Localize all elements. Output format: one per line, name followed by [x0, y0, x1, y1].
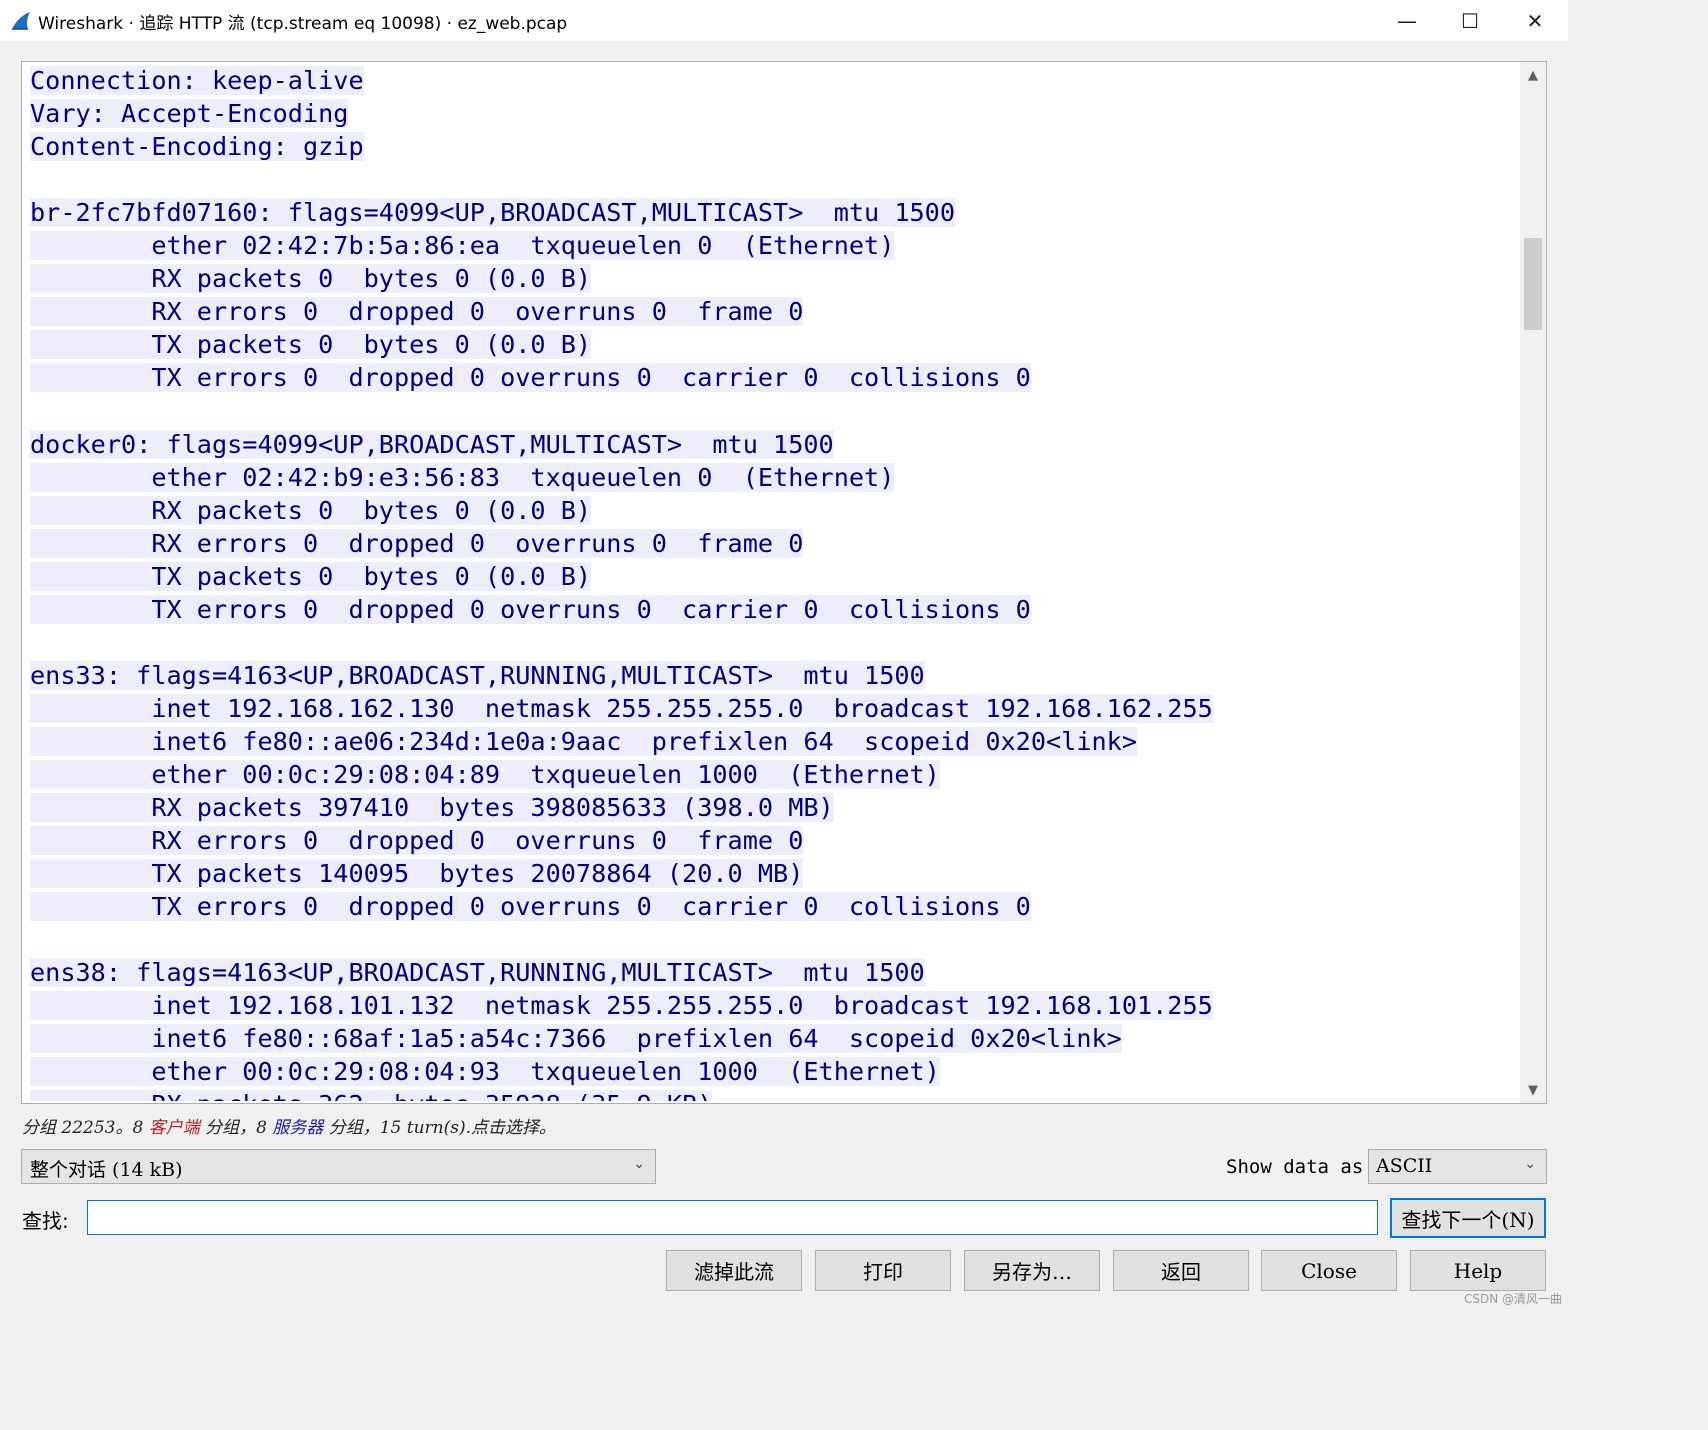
stream-line[interactable]: Vary: Accept-Encoding	[30, 97, 1520, 130]
stream-line[interactable]: RX errors 0 dropped 0 overruns 0 frame 0	[30, 295, 1520, 328]
show-data-selected-value: ASCII	[1376, 1155, 1433, 1177]
status-prefix: 分组 22253。8	[22, 1118, 149, 1138]
close-window-button[interactable]: ✕	[1504, 0, 1566, 42]
maximize-button[interactable]: ☐	[1439, 0, 1501, 42]
print-button[interactable]: 打印	[815, 1250, 951, 1291]
stream-line-text: br-2fc7bfd07160: flags=4099<UP,BROADCAST…	[30, 198, 956, 228]
back-button[interactable]: 返回	[1113, 1250, 1249, 1291]
wireshark-fin-icon	[12, 12, 30, 30]
stream-line-text: Content-Encoding: gzip	[30, 132, 364, 162]
stream-line-text: inet 192.168.101.132 netmask 255.255.255…	[30, 991, 1213, 1021]
find-next-button[interactable]: 查找下一个(N)	[1390, 1198, 1546, 1238]
stream-line-text: RX packets 0 bytes 0 (0.0 B)	[30, 495, 592, 525]
status-server-link[interactable]: 服务器	[272, 1118, 323, 1138]
stream-line-text: TX errors 0 dropped 0 overruns 0 carrier…	[30, 363, 1031, 393]
stream-line-text: RX packets 397410 bytes 398085633 (398.0…	[30, 793, 834, 823]
vertical-scrollbar[interactable]: ▲ ▼	[1520, 62, 1546, 1103]
stream-line[interactable]: inet6 fe80::68af:1a5:a54c:7366 prefixlen…	[30, 1022, 1520, 1055]
stream-line-text: ens38: flags=4163<UP,BROADCAST,RUNNING,M…	[30, 958, 925, 988]
stream-line-text: Connection: keep-alive	[30, 66, 364, 95]
title-separator	[0, 42, 1568, 43]
stream-line[interactable]	[30, 626, 1520, 659]
stream-line[interactable]: TX errors 0 dropped 0 overruns 0 carrier…	[30, 593, 1520, 626]
stream-line-text: Vary: Accept-Encoding	[30, 99, 349, 129]
stream-line[interactable]: ens38: flags=4163<UP,BROADCAST,RUNNING,M…	[30, 956, 1520, 989]
stream-status-text: 分组 22253。8 客户端 分组，8 服务器 分组，15 turn(s).点击…	[22, 1113, 556, 1138]
stream-line-text: ens33: flags=4163<UP,BROADCAST,RUNNING,M…	[30, 660, 925, 690]
stream-line-text: RX errors 0 dropped 0 overruns 0 frame 0	[30, 297, 804, 327]
show-data-format-select[interactable]: ASCII ⌄	[1368, 1149, 1547, 1184]
stream-line[interactable]: inet 192.168.162.130 netmask 255.255.255…	[30, 692, 1520, 725]
stream-line-text: TX errors 0 dropped 0 overruns 0 carrier…	[30, 594, 1031, 624]
stream-line-text: docker0: flags=4099<UP,BROADCAST,MULTICA…	[30, 429, 834, 459]
close-button[interactable]: Close	[1261, 1250, 1397, 1291]
scroll-down-arrow-icon[interactable]: ▼	[1520, 1077, 1546, 1103]
scroll-thumb[interactable]	[1524, 238, 1542, 330]
stream-line[interactable]: RX errors 0 dropped 0 overruns 0 frame 0	[30, 824, 1520, 857]
stream-line-text: TX packets 0 bytes 0 (0.0 B)	[30, 330, 592, 360]
find-input[interactable]	[87, 1200, 1378, 1235]
find-label: 查找:	[22, 1209, 69, 1233]
title-bar: Wireshark · 追踪 HTTP 流 (tcp.stream eq 100…	[0, 0, 1568, 42]
chevron-down-icon: ⌄	[1524, 1156, 1536, 1172]
scroll-up-arrow-icon[interactable]: ▲	[1520, 62, 1546, 88]
stream-line-text: RX errors 0 dropped 0 overruns 0 frame 0	[30, 528, 804, 558]
stream-line[interactable]: br-2fc7bfd07160: flags=4099<UP,BROADCAST…	[30, 196, 1520, 229]
stream-line[interactable]: inet6 fe80::ae06:234d:1e0a:9aac prefixle…	[30, 725, 1520, 758]
help-button[interactable]: Help	[1410, 1250, 1546, 1291]
stream-line[interactable]: Connection: keep-alive	[30, 64, 1520, 97]
stream-line-text: inet6 fe80::68af:1a5:a54c:7366 prefixlen…	[30, 1024, 1122, 1054]
status-mid: 分组，8	[199, 1118, 273, 1138]
stream-line-text: ether 02:42:7b:5a:86:ea txqueuelen 0 (Et…	[30, 231, 895, 261]
show-data-label: Show data as	[1226, 1156, 1364, 1178]
stream-line[interactable]: RX packets 362 bytes 35928 (35.9 KB)	[30, 1088, 1520, 1101]
stream-line[interactable]	[30, 923, 1520, 956]
stream-line[interactable]: ether 02:42:7b:5a:86:ea txqueuelen 0 (Et…	[30, 229, 1520, 262]
stream-content-pane[interactable]: Connection: keep-alive Vary: Accept-Encod…	[21, 61, 1547, 1104]
stream-line-text: ether 00:0c:29:08:04:89 txqueuelen 1000 …	[30, 759, 940, 789]
stream-line[interactable]	[30, 394, 1520, 427]
stream-line[interactable]: ether 02:42:b9:e3:56:83 txqueuelen 0 (Et…	[30, 461, 1520, 494]
stream-text[interactable]: Connection: keep-alive Vary: Accept-Encod…	[30, 64, 1520, 1101]
stream-line[interactable]	[30, 163, 1520, 196]
stream-line-text: ether 02:42:b9:e3:56:83 txqueuelen 0 (Et…	[30, 462, 895, 492]
stream-line-text: TX packets 140095 bytes 20078864 (20.0 M…	[30, 859, 804, 889]
conversation-select[interactable]: 整个对话 (14 kB) ⌄	[21, 1149, 656, 1184]
stream-line[interactable]: RX errors 0 dropped 0 overruns 0 frame 0	[30, 527, 1520, 560]
stream-line-text: RX errors 0 dropped 0 overruns 0 frame 0	[30, 826, 804, 856]
save-as-button[interactable]: 另存为…	[964, 1250, 1100, 1291]
stream-line[interactable]: TX packets 0 bytes 0 (0.0 B)	[30, 328, 1520, 361]
stream-line-text: inet 192.168.162.130 netmask 255.255.255…	[30, 693, 1213, 723]
minimize-button[interactable]: —	[1376, 0, 1438, 42]
conversation-selected-value: 整个对话 (14 kB)	[30, 1159, 183, 1181]
stream-line[interactable]: RX packets 0 bytes 0 (0.0 B)	[30, 494, 1520, 527]
stream-line[interactable]: ens33: flags=4163<UP,BROADCAST,RUNNING,M…	[30, 659, 1520, 692]
chevron-down-icon: ⌄	[633, 1156, 645, 1172]
stream-line-text: inet6 fe80::ae06:234d:1e0a:9aac prefixle…	[30, 726, 1137, 756]
stream-line[interactable]: ether 00:0c:29:08:04:89 txqueuelen 1000 …	[30, 758, 1520, 791]
stream-line-text: RX packets 362 bytes 35928 (35.9 KB)	[30, 1090, 713, 1101]
stream-line[interactable]: TX packets 140095 bytes 20078864 (20.0 M…	[30, 857, 1520, 890]
stream-line-text: TX errors 0 dropped 0 overruns 0 carrier…	[30, 892, 1031, 922]
stream-line[interactable]: inet 192.168.101.132 netmask 255.255.255…	[30, 989, 1520, 1022]
stream-line[interactable]: Content-Encoding: gzip	[30, 130, 1520, 163]
stream-line-text: RX packets 0 bytes 0 (0.0 B)	[30, 264, 592, 294]
stream-line-text: TX packets 0 bytes 0 (0.0 B)	[30, 561, 592, 591]
stream-line[interactable]: docker0: flags=4099<UP,BROADCAST,MULTICA…	[30, 428, 1520, 461]
status-client-link[interactable]: 客户端	[149, 1118, 200, 1138]
status-suffix: 分组，15 turn(s).点击选择。	[323, 1118, 557, 1138]
stream-line[interactable]: TX errors 0 dropped 0 overruns 0 carrier…	[30, 890, 1520, 923]
filter-out-stream-button[interactable]: 滤掉此流	[666, 1250, 802, 1291]
stream-line[interactable]: TX packets 0 bytes 0 (0.0 B)	[30, 560, 1520, 593]
stream-line[interactable]: RX packets 0 bytes 0 (0.0 B)	[30, 262, 1520, 295]
stream-line[interactable]: TX errors 0 dropped 0 overruns 0 carrier…	[30, 361, 1520, 394]
window-title: Wireshark · 追踪 HTTP 流 (tcp.stream eq 100…	[38, 14, 568, 34]
stream-line[interactable]: ether 00:0c:29:08:04:93 txqueuelen 1000 …	[30, 1055, 1520, 1088]
stream-line[interactable]: RX packets 397410 bytes 398085633 (398.0…	[30, 791, 1520, 824]
stream-line-text: ether 00:0c:29:08:04:93 txqueuelen 1000 …	[30, 1057, 940, 1087]
watermark: CSDN @清风一曲	[1463, 1292, 1562, 1306]
